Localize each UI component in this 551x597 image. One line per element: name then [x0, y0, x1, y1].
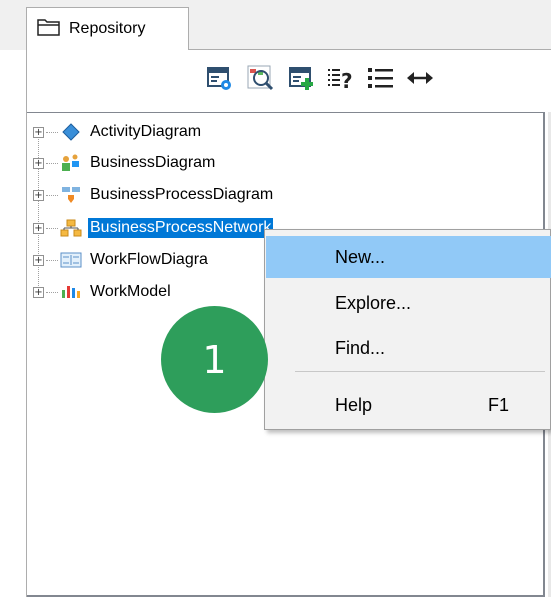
menu-item-new[interactable]: New...: [266, 236, 551, 278]
tree-item-workflow-diagram[interactable]: + WorkFlowDiagra: [33, 247, 210, 273]
workflow-icon: [60, 250, 82, 270]
folder-open-icon: [37, 18, 61, 41]
tree-item-label: WorkModel: [90, 283, 171, 300]
expand-icon[interactable]: +: [33, 189, 44, 201]
menu-item-label: Help: [335, 394, 373, 415]
tree-item-business-process-network[interactable]: + BusinessProcessNetwork: [33, 215, 274, 241]
menu-item-help[interactable]: Help F1: [266, 384, 551, 426]
add-item-button[interactable]: [285, 64, 317, 96]
blue-diamond-icon: [60, 122, 82, 142]
bars-icon: [60, 282, 82, 302]
network-icon: [60, 218, 82, 238]
tree-item-business-process-diagram[interactable]: + BusinessProcessDiagram: [33, 182, 275, 208]
search-zoom-button[interactable]: [244, 64, 276, 96]
tree-item-label: BusinessDiagram: [90, 154, 216, 171]
menu-item-label: New...: [335, 246, 386, 267]
tree-item-label: WorkFlowDiagra: [90, 251, 208, 268]
window-gear-icon: [205, 64, 233, 97]
list-question-icon: ?: [325, 64, 355, 97]
process-flow-icon: [60, 185, 82, 205]
step-number: 1: [202, 337, 227, 382]
menu-separator: [295, 371, 545, 372]
expand-icon[interactable]: +: [33, 157, 44, 169]
expand-width-button[interactable]: [404, 64, 436, 96]
menu-item-find[interactable]: Find...: [266, 327, 551, 369]
menu-item-shortcut: F1: [488, 394, 510, 415]
horizontal-arrows-icon: [405, 64, 435, 97]
expand-icon[interactable]: +: [33, 286, 44, 298]
tree-item-label: ActivityDiagram: [90, 123, 202, 140]
svg-text:?: ?: [341, 69, 353, 92]
expand-icon[interactable]: +: [33, 222, 44, 234]
tree-item-activity-diagram[interactable]: + ActivityDiagram: [33, 119, 203, 145]
tree-item-label: BusinessProcessNetwork: [88, 218, 274, 238]
tab-repository[interactable]: Repository: [26, 7, 189, 50]
tree-item-work-model[interactable]: + WorkModel: [33, 279, 173, 305]
filter-help-button[interactable]: ?: [324, 64, 356, 96]
list-view-button[interactable]: [364, 64, 396, 96]
magnifier-icon: [245, 63, 275, 98]
tree-item-label: BusinessProcessDiagram: [90, 186, 274, 203]
window-plus-icon: [287, 64, 315, 97]
tree-item-business-diagram[interactable]: + BusinessDiagram: [33, 150, 217, 176]
expand-icon[interactable]: +: [33, 126, 44, 138]
expand-icon[interactable]: +: [33, 254, 44, 266]
menu-item-label: Find...: [335, 337, 386, 358]
step-number-badge: 1: [161, 306, 268, 413]
properties-settings-button[interactable]: [203, 64, 235, 96]
context-menu: New... Explore... Find... Help F1: [264, 229, 551, 430]
bullet-list-icon: [365, 64, 395, 97]
tab-label: Repository: [69, 20, 146, 37]
menu-item-explore[interactable]: Explore...: [266, 282, 551, 324]
people-icon: [60, 153, 82, 173]
menu-item-label: Explore...: [335, 292, 412, 313]
